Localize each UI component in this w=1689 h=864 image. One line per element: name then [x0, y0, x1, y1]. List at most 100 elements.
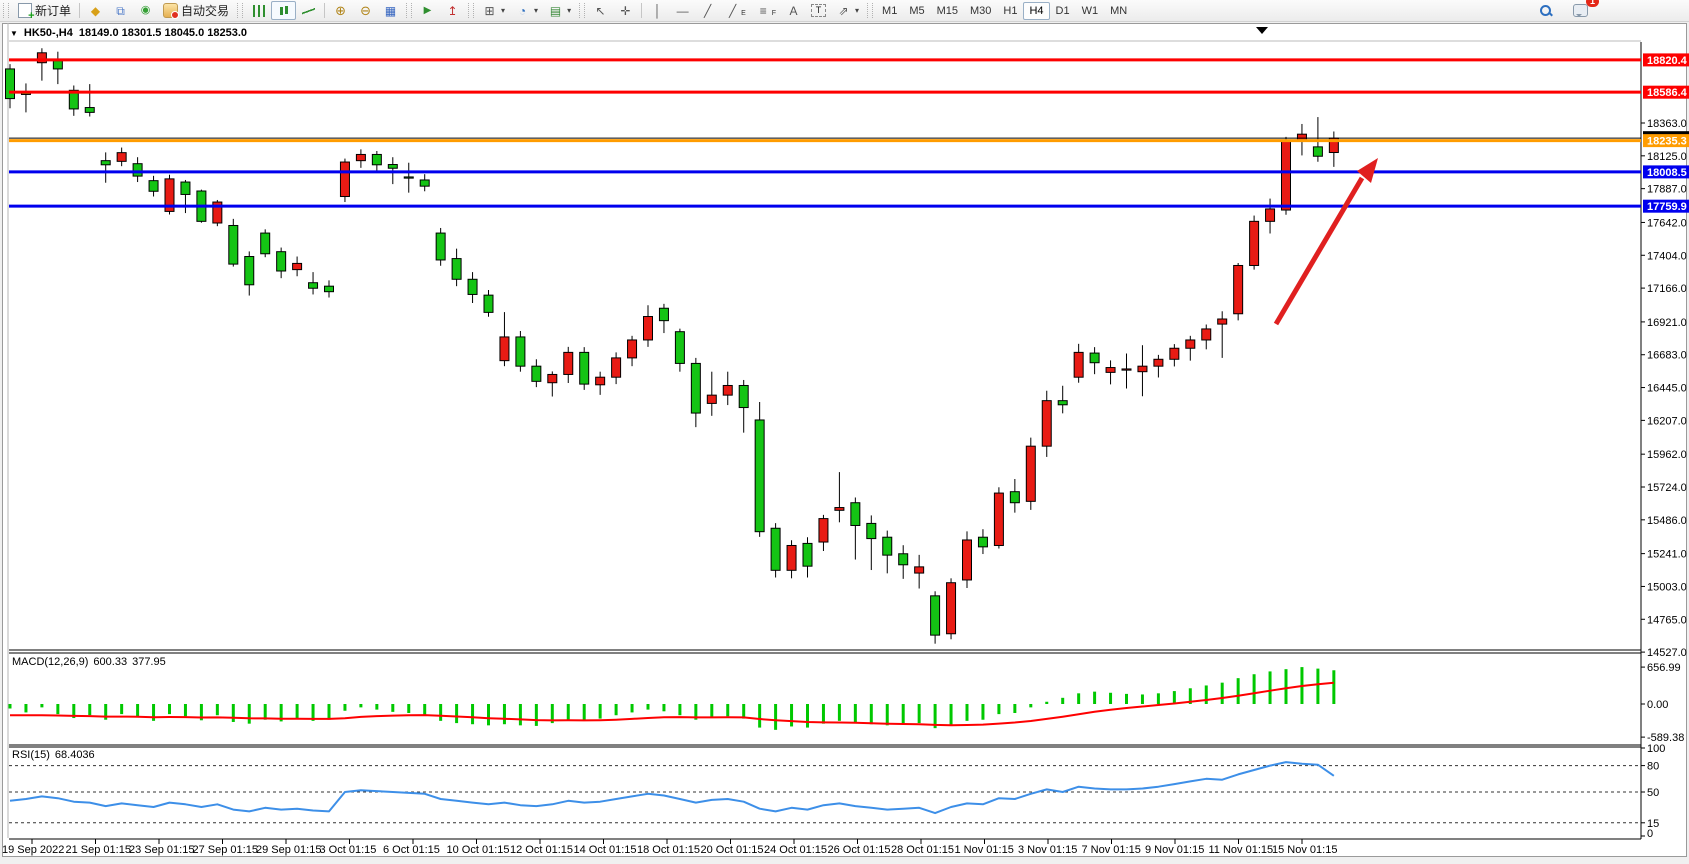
time-tick-label: 15 Nov 01:15 — [1272, 844, 1337, 856]
candle-body — [340, 162, 349, 196]
price-tick-label: 16921.0 — [1647, 317, 1687, 329]
price-tick-label: 15486.0 — [1647, 515, 1687, 527]
rsi-line — [10, 762, 1334, 813]
chart-symbol-period: HK50-,H4 — [24, 27, 73, 39]
time-tick-label: 1 Nov 01:15 — [955, 844, 1014, 856]
rsi-label: RSI(15) — [12, 749, 50, 761]
time-tick-label: 12 Oct 01:15 — [510, 844, 573, 856]
candle-body — [883, 537, 892, 555]
chart-svg: 18363.018125.017887.017642.017404.017166… — [0, 0, 1689, 864]
macd-signal-line — [10, 683, 1334, 725]
support-line-1-price-label: 18008.5 — [1647, 167, 1687, 179]
candle-body — [404, 177, 413, 178]
candle-body — [468, 279, 477, 294]
candle-body — [1313, 147, 1322, 156]
price-tick-label: 15003.0 — [1647, 581, 1687, 593]
time-tick-label: 11 Nov 01:15 — [1209, 844, 1274, 856]
candle-body — [117, 153, 126, 162]
candle-body — [1122, 369, 1131, 370]
candle-body — [149, 181, 158, 192]
price-tick-label: 14765.0 — [1647, 614, 1687, 626]
candle-body — [835, 508, 844, 511]
time-tick-label: 24 Oct 01:15 — [764, 844, 827, 856]
time-tick-label: 19 Sep 2022 — [2, 844, 64, 856]
price-tick-label: 17404.0 — [1647, 250, 1687, 262]
price-tick-label: 16445.0 — [1647, 383, 1687, 395]
chart-title-bar: ▼ HK50-,H4 18149.0 18301.5 18045.0 18253… — [10, 27, 247, 39]
rsi-axis-label: 80 — [1647, 761, 1659, 773]
candle-body — [851, 503, 860, 526]
candle-body — [803, 543, 812, 566]
macd-signal-value: 377.95 — [132, 656, 166, 668]
candle-body — [867, 523, 876, 538]
candle-body — [1074, 352, 1083, 377]
macd-main-value: 600.33 — [93, 656, 127, 668]
candle-body — [101, 161, 110, 165]
candle-body — [85, 108, 94, 113]
price-tick-label: 17642.0 — [1647, 217, 1687, 229]
candle-body — [293, 263, 302, 269]
candle-body — [372, 154, 381, 164]
candle-body — [1042, 401, 1051, 447]
candle-body — [691, 363, 700, 413]
bid-price-line-price-label: 18235.3 — [1647, 136, 1687, 148]
candle-body — [644, 317, 653, 340]
candle-body — [500, 337, 509, 361]
macd-indicator-label: MACD(12,26,9) 600.33 377.95 — [12, 656, 166, 668]
time-tick-label: 20 Oct 01:15 — [701, 844, 764, 856]
chart-shift-marker-icon[interactable] — [1256, 27, 1268, 34]
candle-body — [1234, 265, 1243, 313]
candle-body — [819, 519, 828, 542]
price-tick-label: 17166.0 — [1647, 283, 1687, 295]
time-tick-label: 7 Nov 01:15 — [1082, 844, 1141, 856]
candle-body — [1058, 401, 1067, 405]
candle-body — [1010, 492, 1019, 503]
candle-body — [612, 358, 621, 377]
candle-body — [1090, 353, 1099, 363]
resistance-line-2-price-label: 18586.4 — [1647, 87, 1688, 99]
candle-body — [994, 493, 1003, 545]
time-tick-label: 10 Oct 01:15 — [447, 844, 510, 856]
time-tick-label: 6 Oct 01:15 — [383, 844, 440, 856]
macd-histogram — [10, 667, 1334, 730]
price-tick-label: 15241.0 — [1647, 549, 1687, 561]
candle-body — [436, 233, 445, 260]
candle-body — [787, 545, 796, 570]
candle-body — [356, 154, 365, 160]
candle-body — [181, 182, 190, 194]
price-tick-label: 14527.0 — [1647, 647, 1687, 659]
time-tick-label: 3 Oct 01:15 — [320, 844, 377, 856]
candle-body — [516, 337, 525, 366]
chevron-down-icon[interactable]: ▼ — [10, 29, 18, 38]
time-tick-label: 27 Sep 01:15 — [193, 844, 258, 856]
time-tick-label: 23 Sep 01:15 — [129, 844, 194, 856]
candle-body — [532, 366, 541, 381]
candle-body — [133, 164, 142, 176]
candle-body — [1282, 140, 1291, 210]
time-tick-label: 14 Oct 01:15 — [574, 844, 637, 856]
time-tick-label: 26 Oct 01:15 — [828, 844, 891, 856]
candle-body — [261, 233, 270, 254]
candle-body — [452, 259, 461, 280]
resistance-line-1-price-label: 18820.4 — [1647, 55, 1688, 67]
time-tick-label: 18 Oct 01:15 — [637, 844, 700, 856]
macd-axis-label: 0.00 — [1647, 699, 1668, 711]
candle-body — [564, 352, 573, 374]
price-tick-label: 16683.0 — [1647, 350, 1687, 362]
price-tick-label: 17887.0 — [1647, 184, 1687, 196]
candle-body — [915, 567, 924, 573]
candle-body — [309, 283, 318, 289]
candle-body — [963, 540, 972, 580]
candle-body — [6, 69, 15, 99]
time-tick-label: 29 Sep 01:15 — [256, 844, 321, 856]
candle-body — [739, 385, 748, 407]
time-tick-label: 3 Nov 01:15 — [1018, 844, 1077, 856]
candle-body — [1026, 446, 1035, 501]
candle-body — [229, 225, 238, 264]
candle-body — [1170, 348, 1179, 359]
candle-body — [1106, 368, 1115, 373]
rsi-axis-label: 100 — [1647, 743, 1665, 755]
trend-arrow-annotation[interactable] — [1276, 158, 1378, 324]
candle-body — [1186, 340, 1195, 348]
rsi-value: 68.4036 — [55, 749, 95, 761]
